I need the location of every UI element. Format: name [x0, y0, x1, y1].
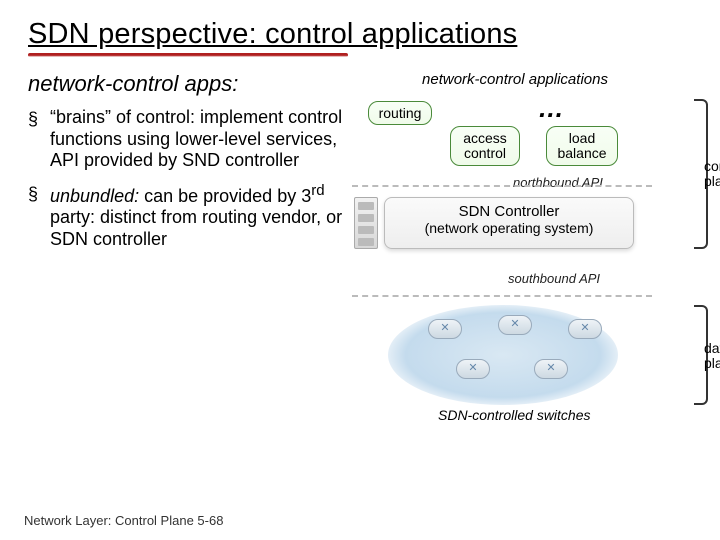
app-access-control-box: access control	[450, 126, 520, 166]
server-icon	[354, 197, 378, 249]
switch-icon	[456, 359, 490, 379]
data-plane-label: data plane	[704, 341, 720, 370]
bullet-item: unbundled: can be provided by 3rd party:…	[28, 182, 348, 251]
switch-icon	[498, 315, 532, 335]
divider-dashed	[352, 295, 652, 297]
control-plane-label: control plane	[704, 159, 720, 188]
bullet-list: “brains” of control: implement control f…	[28, 107, 348, 251]
switch-icon	[428, 319, 462, 339]
northbound-api-label: northbound API	[513, 175, 603, 190]
southbound-api-label: southbound API	[508, 271, 600, 286]
switch-icon	[534, 359, 568, 379]
app-load-balance-box: load balance	[546, 126, 618, 166]
slide-footer: Network Layer: Control Plane 5-68	[24, 513, 223, 528]
subheading: network-control apps:	[28, 71, 348, 97]
divider-dashed	[352, 185, 652, 187]
sdn-controller-box: SDN Controller (network operating system…	[384, 197, 634, 249]
slide-title: SDN perspective: control applications	[28, 18, 702, 51]
bullet-item: “brains” of control: implement control f…	[28, 107, 348, 172]
switch-icon	[568, 319, 602, 339]
title-underline	[28, 53, 348, 57]
controller-subtitle: (network operating system)	[385, 220, 633, 236]
ellipsis-icon: …	[538, 93, 564, 124]
controller-title: SDN Controller	[385, 203, 633, 220]
apps-header-label: network-control applications	[358, 71, 672, 88]
left-column: network-control apps: “brains” of contro…	[28, 71, 348, 491]
diagram-area: network-control applications routing acc…	[358, 71, 702, 491]
switches-label: SDN-controlled switches	[438, 407, 591, 423]
app-routing-box: routing	[368, 101, 432, 125]
